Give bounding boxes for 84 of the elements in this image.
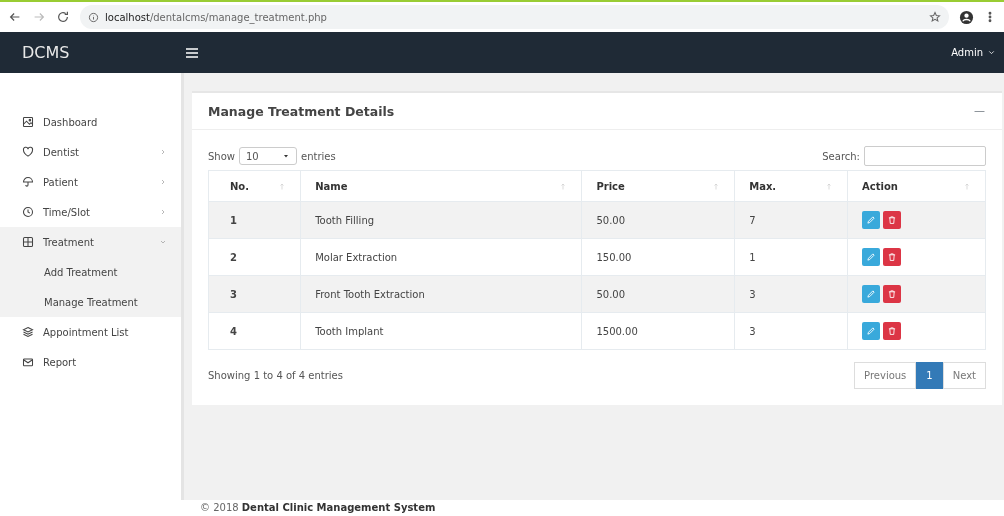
table-cell-text: 3 [229, 288, 237, 300]
sidebar-subitem[interactable]: Add Treatment [0, 257, 181, 287]
grid-icon [22, 236, 34, 248]
sidebar-item[interactable]: Dashboard [0, 107, 181, 137]
sidebar-label: Appointment List [43, 325, 130, 340]
edit-button[interactable] [862, 248, 881, 266]
delete-button[interactable] [883, 211, 902, 229]
table-cell: 150.00 [596, 251, 632, 263]
table-cell: 50.00 [596, 214, 626, 226]
collapse-button[interactable]: — [973, 101, 986, 121]
trash-icon [887, 326, 898, 336]
sidebar-label: Dentist [43, 145, 81, 160]
trash-icon [887, 289, 898, 299]
pencil-icon [866, 215, 877, 225]
delete-button[interactable] [883, 285, 902, 303]
sidebar-subitem[interactable]: Manage Treatment [0, 287, 181, 317]
column-header[interactable]: Name [315, 178, 348, 194]
sidebar-label: Report [43, 355, 78, 370]
table-info: Showing 1 to 4 of 4 entries [208, 369, 343, 383]
column-header[interactable]: Action [862, 178, 898, 194]
star-icon[interactable] [929, 11, 941, 23]
pencil-icon [866, 326, 877, 336]
sidebar-item[interactable]: Time/Slot [0, 197, 181, 227]
trash-icon [887, 252, 898, 262]
column-header[interactable]: Price [596, 178, 625, 194]
edit-button[interactable] [862, 285, 881, 303]
table-cell-text: 1 [229, 214, 237, 226]
table-cell: 7 [749, 214, 756, 226]
pencil-icon [866, 289, 877, 299]
layers-icon [22, 326, 34, 338]
table-cell-text: 2 [229, 251, 237, 263]
sidebar-item[interactable]: Report [0, 347, 181, 377]
envelope-icon [22, 356, 34, 368]
table-cell-text: 4 [229, 325, 237, 337]
info-icon [88, 11, 99, 23]
table-cell: 50.00 [596, 288, 626, 300]
sidebar-label: Patient [43, 175, 79, 190]
entries-label: entries [301, 149, 336, 164]
column-header[interactable]: No. [223, 178, 250, 194]
table-cell: Tooth Implant [315, 325, 384, 337]
url-text: localhost/dentalcms/manage_treatment.php [105, 10, 327, 25]
brand-name[interactable]: DCMS [0, 40, 184, 65]
delete-button[interactable] [883, 322, 902, 340]
table-cell: 1500.00 [596, 325, 638, 337]
search-label: Search: [822, 149, 860, 164]
sidebar-label: Treatment [43, 235, 95, 250]
edit-button[interactable] [862, 211, 881, 229]
account-icon[interactable] [959, 9, 974, 25]
reload-icon[interactable] [56, 10, 70, 24]
footer-text: © 2018 Dental Clinic Management System [200, 502, 436, 513]
sidebar-label: Dashboard [43, 115, 99, 130]
table-cell: 1 [749, 251, 756, 263]
table-cell: Front Tooth Extraction [315, 288, 425, 300]
chevron-down-icon [987, 48, 996, 57]
pagination-button[interactable]: Next [942, 362, 986, 389]
sidebar-item[interactable]: Patient [0, 167, 181, 197]
clock-icon [22, 206, 34, 218]
card-title: Manage Treatment Details [208, 103, 395, 119]
caret-icon [282, 152, 290, 160]
umbrella-icon [22, 176, 34, 188]
heart-icon [22, 146, 34, 158]
column-header[interactable]: Max. [749, 178, 777, 194]
sidebar-item[interactable]: Dentist [0, 137, 181, 167]
trash-icon [887, 215, 898, 225]
pagination-button[interactable]: 1 [916, 362, 943, 389]
table-cell: Molar Extraction [315, 251, 398, 263]
delete-button[interactable] [883, 248, 902, 266]
page-size-select[interactable]: 10 [239, 147, 297, 165]
pagination-button[interactable]: Previous [854, 362, 917, 389]
picture-icon [22, 116, 34, 128]
show-label: Show [208, 149, 235, 164]
address-bar[interactable]: localhost/dentalcms/manage_treatment.php [80, 5, 949, 29]
pencil-icon [866, 252, 877, 262]
sidebar-item[interactable]: Treatment [0, 227, 181, 257]
table-cell: Tooth Filling [315, 214, 375, 226]
back-icon[interactable] [8, 10, 22, 24]
table-cell: 3 [749, 325, 756, 337]
edit-button[interactable] [862, 322, 881, 340]
forward-icon[interactable] [32, 10, 46, 24]
sidebar-item[interactable]: Appointment List [0, 317, 181, 347]
table-cell: 3 [749, 288, 756, 300]
sidebar-label: Time/Slot [43, 205, 91, 220]
user-menu[interactable]: Admin [951, 45, 996, 60]
search-field[interactable] [864, 146, 986, 166]
